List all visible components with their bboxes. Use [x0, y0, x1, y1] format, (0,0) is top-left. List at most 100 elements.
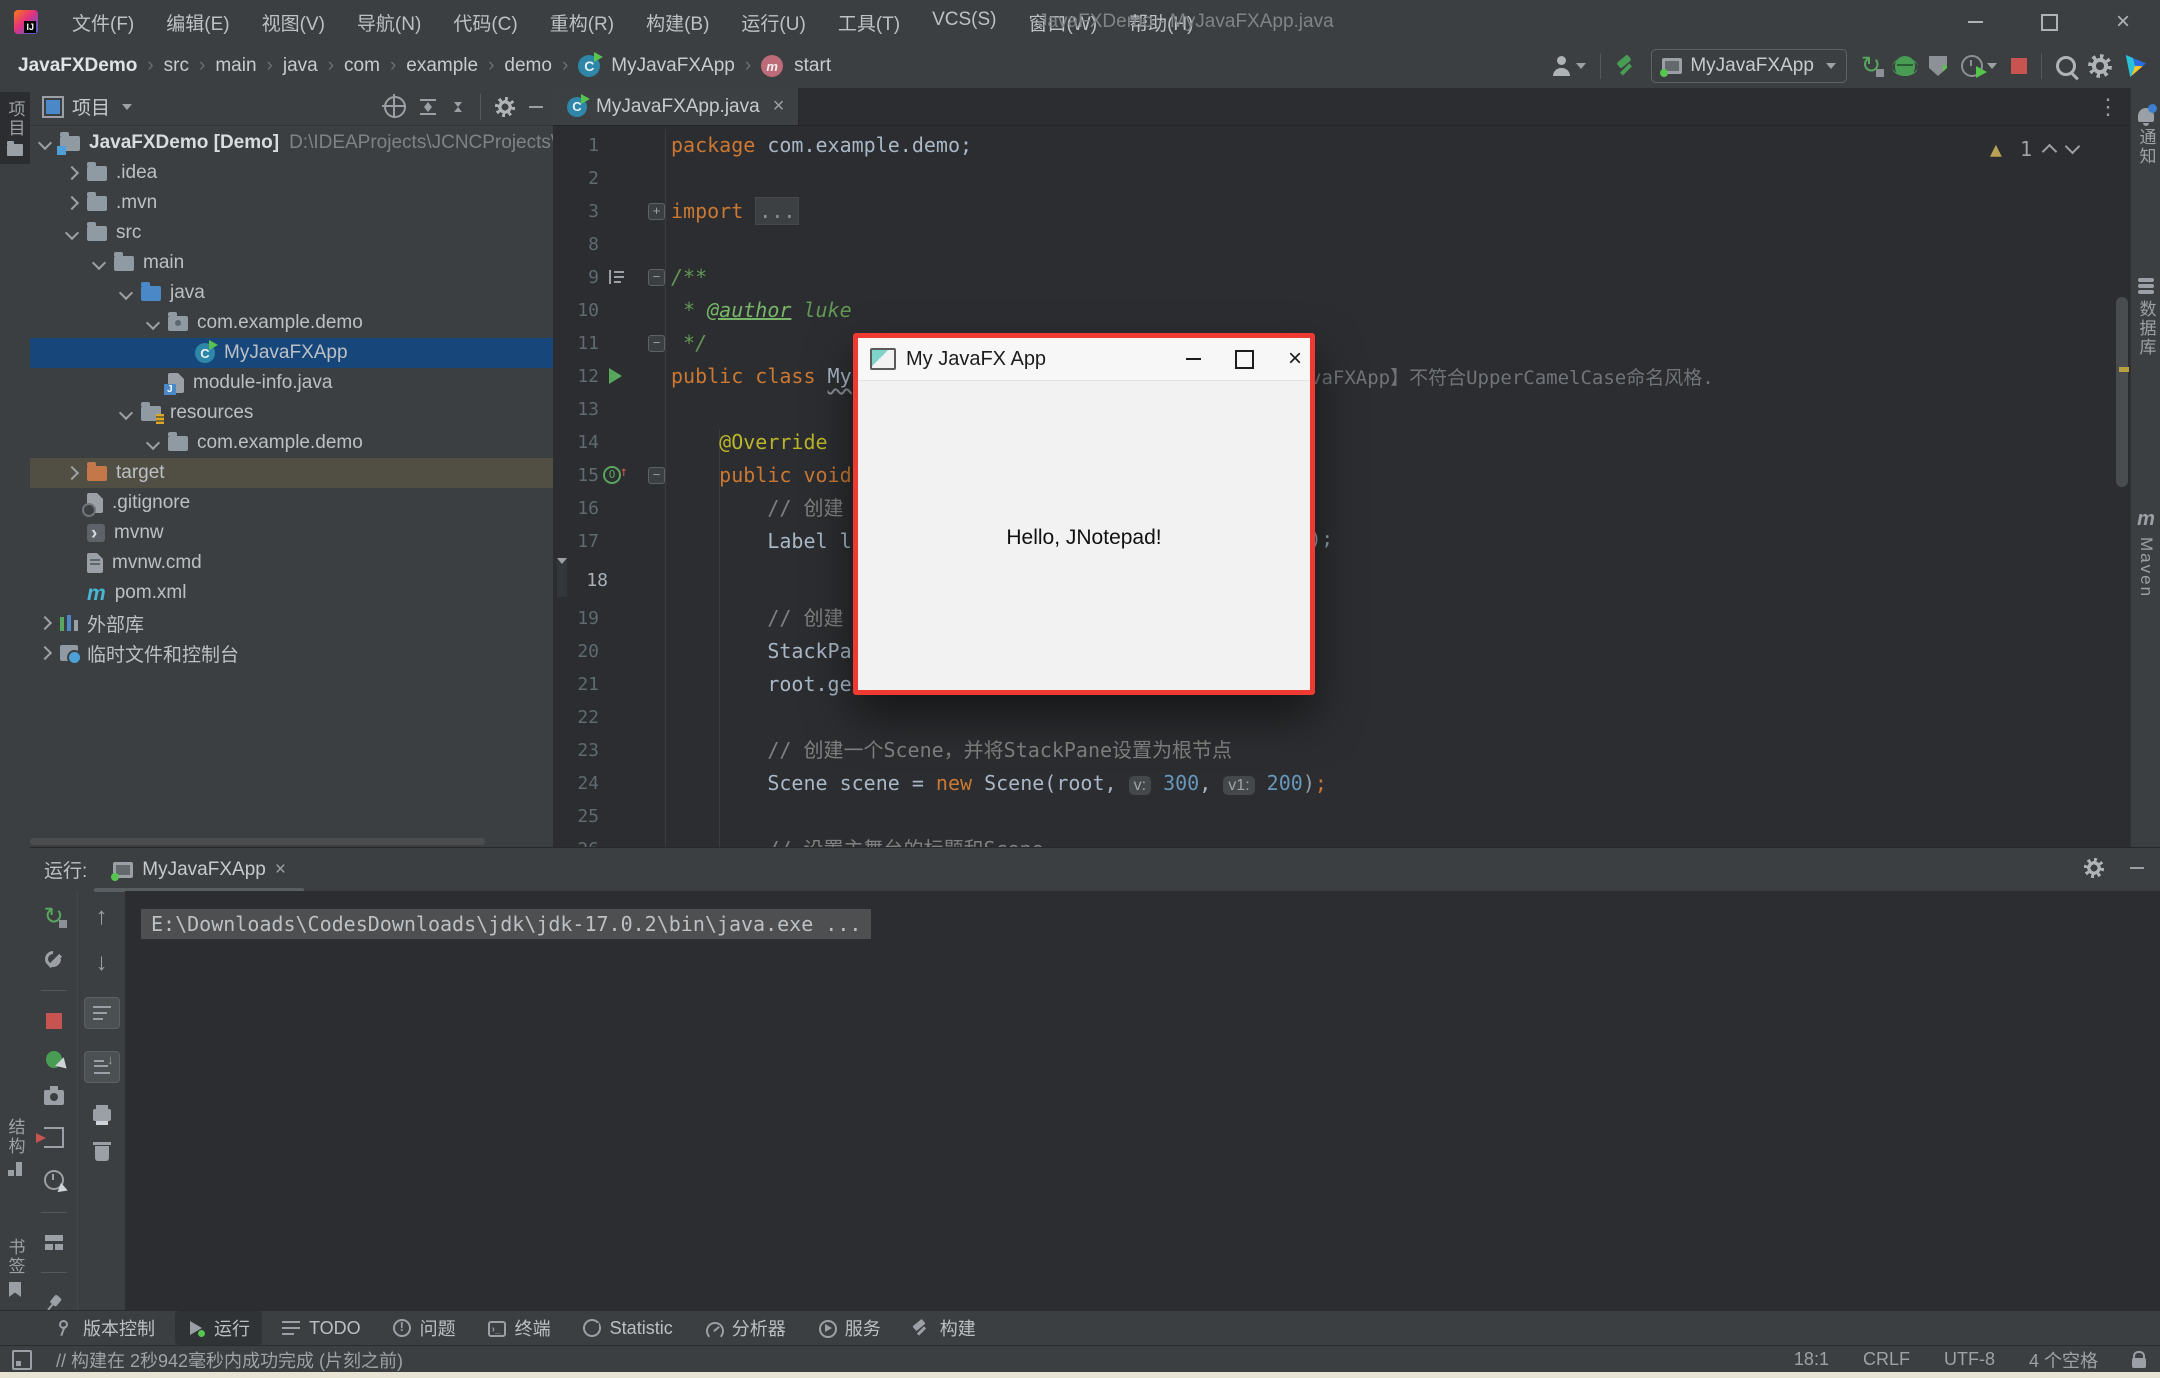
code-line-20[interactable]: 20 StackPa — [553, 635, 2130, 668]
editor-tab-myjavafxapp[interactable]: C MyJavaFXApp.java × — [553, 88, 799, 125]
tool-stripe-notifications[interactable]: 通知 — [2131, 108, 2160, 166]
tool-window-switcher-icon[interactable] — [12, 1350, 32, 1370]
exit-icon[interactable] — [44, 1127, 64, 1148]
tree-horizontal-scrollbar[interactable] — [30, 838, 485, 845]
runline-icon[interactable] — [609, 368, 622, 384]
toolbar-item-problem[interactable]: 问题 — [381, 1311, 468, 1345]
code-line-21[interactable]: 21 root.ge — [553, 668, 2130, 701]
tool-stripe-maven[interactable]: m Maven — [2131, 508, 2160, 598]
tree-item-com.example.demo[interactable]: com.example.demo — [30, 308, 553, 338]
menu-item[interactable]: 重构(R) — [534, 9, 630, 36]
breadcrumb-item[interactable]: demo — [504, 55, 552, 77]
code-line-2[interactable]: 2 — [553, 162, 2130, 195]
caret-position[interactable]: 18:1 — [1794, 1349, 1829, 1370]
line-separator[interactable]: CRLF — [1863, 1349, 1910, 1370]
code-line-19[interactable]: 19 // 创建 — [553, 602, 2130, 635]
settings-gear-icon[interactable] — [2090, 56, 2110, 76]
tree-item-.idea[interactable]: .idea — [30, 158, 553, 188]
menu-item[interactable]: VCS(S) — [916, 9, 1012, 36]
restore-layout-icon[interactable] — [45, 1235, 63, 1251]
close-button[interactable]: × — [2086, 0, 2160, 44]
chevron-down-icon[interactable] — [146, 436, 160, 450]
build-hammer-icon[interactable] — [1615, 55, 1637, 77]
menu-item[interactable]: 导航(N) — [341, 9, 437, 36]
run-console[interactable]: E:\Downloads\CodesDownloads\jdk\jdk-17.0… — [125, 891, 2160, 1311]
code-editor[interactable]: ▲ 1 1package com.example.demo;23+import … — [553, 129, 2130, 847]
toolbar-item-build[interactable]: 构建 — [901, 1311, 988, 1345]
code-line-3[interactable]: 3+import ... — [553, 195, 2130, 228]
soft-wrap-toggle[interactable] — [84, 997, 120, 1029]
toolbar-item-prof2[interactable]: 分析器 — [693, 1311, 798, 1345]
menu-item[interactable]: 工具(T) — [822, 9, 916, 36]
tree-item-mvnw[interactable]: mvnw — [30, 518, 553, 548]
console-command-line[interactable]: E:\Downloads\CodesDownloads\jdk\jdk-17.0… — [141, 909, 871, 939]
chevron-down-icon[interactable] — [65, 226, 79, 240]
breadcrumb-item[interactable]: com — [344, 55, 380, 77]
toolbar-item-serv[interactable]: 服务 — [806, 1311, 893, 1345]
maximize-button[interactable] — [2012, 0, 2086, 44]
toolbar-item-stat[interactable]: Statistic — [571, 1314, 685, 1343]
tree-item-javafxdemo-demo-[interactable]: JavaFXDemo [Demo]D:\IDEAProjects\JCNCPro… — [30, 128, 553, 158]
search-everywhere-button[interactable] — [2056, 56, 2076, 76]
code-line-15[interactable]: 15O− public void — [553, 459, 2130, 492]
breadcrumb-item[interactable]: main — [215, 55, 256, 77]
close-tab-icon[interactable]: × — [773, 95, 785, 118]
hide-run-panel-button[interactable] — [2130, 867, 2144, 869]
chevron-right-icon[interactable] — [65, 166, 79, 180]
tree-item-main[interactable]: main — [30, 248, 553, 278]
chevron-right-icon[interactable] — [65, 466, 79, 480]
tree-item-.mvn[interactable]: .mvn — [30, 188, 553, 218]
toolbar-item-run[interactable]: 运行 — [175, 1311, 262, 1345]
profiler-clock-icon[interactable] — [44, 1170, 64, 1190]
run-button[interactable]: ↻ — [1861, 54, 1881, 78]
menu-item[interactable]: 编辑(E) — [150, 9, 245, 36]
tree-item-myjavafxapp[interactable]: CMyJavaFXApp — [30, 338, 553, 368]
javafx-window-titlebar[interactable]: My JavaFX App × — [858, 338, 1310, 381]
chevron-down-icon[interactable] — [38, 136, 52, 150]
run-configuration-select[interactable]: MyJavaFXApp — [1651, 49, 1847, 83]
tree-item-com.example.demo[interactable]: com.example.demo — [30, 428, 553, 458]
javafx-app-window[interactable]: My JavaFX App × Hello, JNotepad! — [853, 333, 1315, 695]
rerun-button[interactable]: ↻ — [43, 905, 63, 929]
breadcrumb-item[interactable]: JavaFXDemo — [18, 55, 137, 77]
toolbar-item-term[interactable]: 终端 — [476, 1311, 563, 1345]
tree-item-src[interactable]: src — [30, 218, 553, 248]
code-line-11[interactable]: 11− */ — [553, 327, 2130, 360]
fold-marker[interactable]: − — [648, 335, 665, 352]
code-line-16[interactable]: 16 // 创建 — [553, 492, 2130, 525]
code-line-8[interactable]: 8 — [553, 228, 2130, 261]
menu-item[interactable]: 运行(U) — [725, 9, 821, 36]
menu-item[interactable]: 文件(F) — [56, 9, 150, 36]
tree-item-resources[interactable]: resources — [30, 398, 553, 428]
breadcrumb-item[interactable]: example — [406, 55, 478, 77]
tree-item-java[interactable]: java — [30, 278, 553, 308]
code-line-13[interactable]: 13 — [553, 393, 2130, 426]
minimize-button[interactable] — [1938, 0, 2012, 44]
tree-item--[interactable]: 临时文件和控制台 — [30, 638, 553, 668]
tree-item--[interactable]: 外部库 — [30, 608, 553, 638]
print-icon[interactable] — [93, 1109, 111, 1121]
chevron-down-icon[interactable] — [92, 256, 106, 270]
tool-stripe-bookmarks[interactable]: 书签 — [0, 1238, 30, 1297]
edit-configuration-icon[interactable] — [45, 951, 63, 968]
breadcrumb-item[interactable]: java — [283, 55, 318, 77]
collapse-all-button[interactable] — [450, 102, 466, 112]
toolbar-item-branch[interactable]: 版本控制 — [44, 1311, 167, 1345]
fold-marker[interactable]: + — [648, 203, 665, 220]
run-tab-myjavafxapp[interactable]: MyJavaFXApp × — [113, 848, 286, 891]
javafx-maximize-button[interactable] — [1235, 350, 1254, 369]
expand-all-button[interactable] — [420, 99, 436, 115]
hide-panel-button[interactable] — [529, 106, 543, 108]
chevron-down-icon[interactable] — [146, 316, 160, 330]
javafx-close-button[interactable]: × — [1288, 347, 1302, 371]
scroll-to-end-toggle[interactable] — [84, 1051, 120, 1083]
chevron-right-icon[interactable] — [38, 616, 52, 630]
tree-item-module-info.java[interactable]: module-info.java — [30, 368, 553, 398]
breadcrumb-item[interactable]: start — [794, 55, 831, 77]
code-line-9[interactable]: 9−/** — [553, 261, 2130, 294]
thread-dump-icon[interactable] — [44, 1090, 64, 1105]
next-occurrence-icon[interactable]: ↓ — [96, 951, 108, 975]
tool-stripe-database[interactable]: 数据库 — [2131, 278, 2160, 357]
menu-item[interactable]: 构建(B) — [630, 9, 725, 36]
tree-item-.gitignore[interactable]: .gitignore — [30, 488, 553, 518]
